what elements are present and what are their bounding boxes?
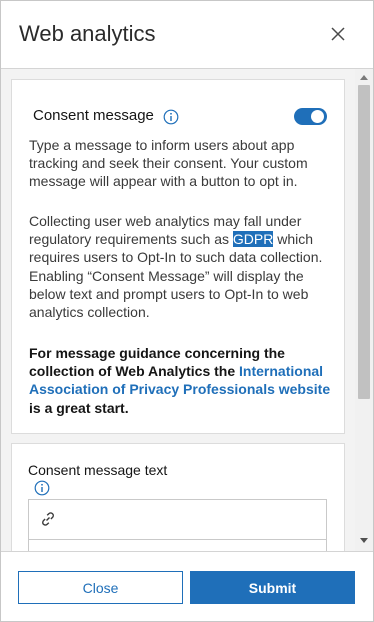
web-analytics-dialog: Web analytics Consent message Type a mes… [0,0,374,622]
message-editor[interactable] [28,499,327,551]
guidance-paragraph: For message guidance concerning the coll… [29,344,334,417]
submit-button[interactable]: Submit [190,571,355,604]
info-icon[interactable] [163,109,179,125]
link-icon[interactable] [39,510,57,528]
dialog-footer: Close Submit [1,551,373,621]
vertical-scrollbar[interactable] [355,69,373,551]
gdpr-highlight: GDPR [232,231,274,248]
consent-message-text-label: Consent message text [28,462,168,478]
consent-toggle[interactable] [294,108,327,125]
consent-card: Consent message Type a message to inform… [11,79,345,434]
dialog-title: Web analytics [19,21,156,46]
message-text-card: Consent message text [11,443,345,551]
gdpr-paragraph: Collecting user web analytics may fall u… [29,212,334,321]
dialog-body: Consent message Type a message to inform… [1,69,373,551]
close-icon[interactable] [323,19,353,49]
scrollbar-thumb[interactable] [358,85,370,399]
editor-toolbar [29,500,326,540]
consent-description: Type a message to inform users about app… [29,137,308,190]
dialog-header: Web analytics [1,1,373,69]
consent-message-label: Consent message [33,107,154,124]
scroll-down-arrow-icon[interactable] [355,533,373,549]
guidance-text-after: is a great start. [29,399,129,416]
toggle-knob [311,110,324,123]
info-icon[interactable] [34,480,50,496]
close-button[interactable]: Close [18,571,183,604]
scroll-up-arrow-icon[interactable] [355,69,373,85]
